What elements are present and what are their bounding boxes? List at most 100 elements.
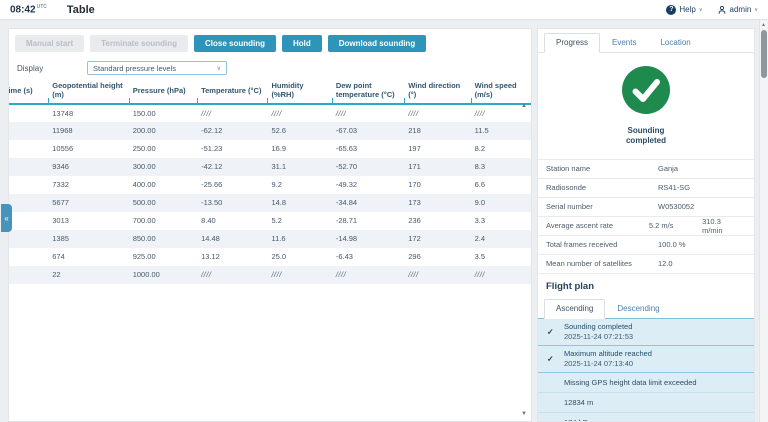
table-cell: -51.23 — [201, 144, 223, 154]
check-circle-icon — [622, 66, 670, 114]
table-cell: 925.00 — [132, 252, 156, 262]
table-cell: //// — [271, 270, 282, 280]
table-cell — [9, 194, 48, 212]
table-scroll-down-icon[interactable]: ▼ — [521, 411, 527, 417]
scrollbar-up-icon[interactable]: ▲ — [761, 22, 766, 28]
table-cell: 8.40 — [201, 216, 216, 226]
table-cell — [9, 176, 48, 194]
column-header-pressure-hpa: Pressure (hPa) — [128, 79, 198, 105]
check-icon: ✓ — [547, 354, 554, 364]
display-select-value: Standard pressure levels — [93, 63, 176, 73]
info-label: Serial number — [546, 202, 593, 212]
table-cell: -13.50 — [201, 198, 223, 208]
table-cell: //// — [201, 270, 212, 280]
table-cell: 9.0 — [474, 198, 486, 208]
clock: 08:42UTC — [10, 3, 47, 16]
help-menu[interactable]: ? Help ∨ — [666, 4, 703, 15]
info-row-total-frames-received: Total frames received 100.0 % — [538, 234, 754, 254]
table-cell — [9, 140, 48, 158]
flight-plan-item: ✓ Maximum altitude reached 2025-11-24 07:1… — [538, 346, 754, 374]
table-cell: -34.84 — [335, 198, 358, 208]
flight-plan-detail: Missing GPS height data limit exceeded — [538, 373, 754, 394]
display-select[interactable]: Standard pressure levels ∨ — [87, 61, 227, 75]
table-scroll-up-icon[interactable]: ▲ — [521, 103, 527, 109]
sounding-table-panel: Manual start Terminate sounding Close soun… — [8, 28, 532, 422]
table-cell: 16.9 — [271, 144, 287, 154]
chevron-down-icon: ∨ — [698, 6, 703, 13]
flight-plan-tabs: Ascending Descending — [538, 298, 754, 319]
tab-progress[interactable]: Progress — [544, 33, 601, 53]
chevron-down-icon: ∨ — [216, 65, 221, 72]
table-cell: 296 — [408, 252, 421, 262]
close-sounding-button[interactable]: Close sounding — [193, 35, 276, 52]
table-cell: 500.00 — [132, 198, 156, 208]
clock-timezone: UTC — [36, 3, 47, 10]
flight-plan-tab-ascending[interactable]: Ascending — [544, 298, 606, 319]
flight-plan-tab-descending[interactable]: Descending — [605, 299, 671, 318]
table-cell — [9, 266, 48, 284]
table-cell: 8.3 — [474, 162, 486, 172]
info-label: Mean number of satellites — [546, 259, 632, 269]
info-value: 100.0 % — [658, 240, 686, 250]
check-icon: ✓ — [547, 327, 554, 337]
table-cell: 9346 — [52, 162, 69, 172]
table-cell: 150.00 — [132, 108, 156, 118]
flight-plan-list: ✓ Sounding completed 2025-11-24 07:21:53 ✓ M… — [538, 318, 754, 421]
table-cell: //// — [335, 108, 347, 118]
user-label: admin — [729, 5, 752, 14]
table-cell: 400.00 — [132, 180, 156, 190]
table-cell: 218 — [408, 126, 421, 136]
info-label: Average ascent rate — [546, 221, 613, 231]
table-cell: 171 — [408, 162, 421, 172]
tab-events[interactable]: Events — [600, 33, 648, 52]
sounding-status: Sounding completed — [538, 53, 754, 155]
table-row: 1385 850.00 14.48 11.6 -14.98 172 2.4 — [9, 229, 531, 248]
info-value: 12.0 — [658, 259, 673, 269]
hold-button[interactable]: Hold — [281, 35, 322, 52]
table-row: 674 925.00 13.12 25.0 -6.43 296 3.5 — [9, 248, 531, 266]
data-table-wrapper: Time (s)Geopotential height (m)Pressure … — [9, 79, 531, 284]
table-row: 22 1000.00 //// //// //// //// //// — [9, 265, 531, 284]
table-cell: -67.03 — [335, 126, 358, 136]
page-scrollbar[interactable]: ▲ — [759, 20, 768, 422]
table-cell: 13748 — [52, 108, 74, 118]
info-row-mean-number-of-satellites: Mean number of satellites 12.0 — [538, 253, 754, 273]
manual-start-button: Manual start — [15, 35, 85, 52]
table-cell: 236 — [408, 216, 421, 226]
table-cell: //// — [335, 270, 347, 280]
table-cell: 8.2 — [474, 144, 486, 154]
table-cell: //// — [408, 108, 419, 118]
table-cell: -14.98 — [335, 234, 358, 244]
user-menu[interactable]: admin ∨ — [717, 5, 758, 15]
table-cell — [9, 122, 48, 140]
table-cell: //// — [408, 270, 419, 280]
info-row-average-ascent-rate: Average ascent rate 5.2 m/s 310.3 m/min — [538, 215, 754, 235]
tab-location[interactable]: Location — [648, 33, 702, 52]
info-label: Radiosonde — [546, 183, 587, 193]
column-header-temperature-c: Temperature (°C) — [197, 79, 268, 105]
scrollbar-thumb[interactable] — [761, 30, 767, 78]
page-title: Table — [66, 3, 95, 16]
status-text: Sounding completed — [625, 126, 666, 146]
table-row: 11968 200.00 -62.12 52.6 -67.03 218 11.5 — [9, 121, 531, 140]
table-cell: 197 — [408, 144, 421, 154]
column-header-wind-direction: Wind direction (°) — [404, 79, 471, 105]
top-bar: 08:42UTC Table ? Help ∨ admin ∨ — [0, 0, 768, 20]
table-row: 13748 150.00//////////////////// — [9, 104, 531, 122]
table-cell: 31.1 — [271, 162, 287, 172]
info-value: RS41-SG — [658, 183, 691, 193]
table-cell: 1385 — [52, 234, 69, 244]
download-sounding-button[interactable]: Download sounding — [327, 35, 427, 52]
table-cell: //// — [201, 108, 212, 118]
sidebar-collapse-handle[interactable]: « — [1, 204, 12, 232]
info-label: Total frames received — [546, 240, 618, 250]
table-cell: 170 — [408, 180, 421, 190]
table-row: 5677 500.00 -13.50 14.8 -34.84 173 9.0 — [9, 193, 531, 212]
table-row: 9346 300.00 -42.12 31.1 -52.70 171 8.3 — [9, 157, 531, 176]
table-cell: 3.3 — [474, 216, 486, 226]
flight-plan-item: ✓ Sounding completed 2025-11-24 07:21:53 — [538, 319, 754, 347]
terminate-sounding-button: Terminate sounding — [90, 35, 188, 52]
flight-plan-detail: 12834 m — [538, 393, 754, 414]
info-value: Ganja — [658, 164, 679, 174]
help-label: Help — [679, 5, 696, 14]
